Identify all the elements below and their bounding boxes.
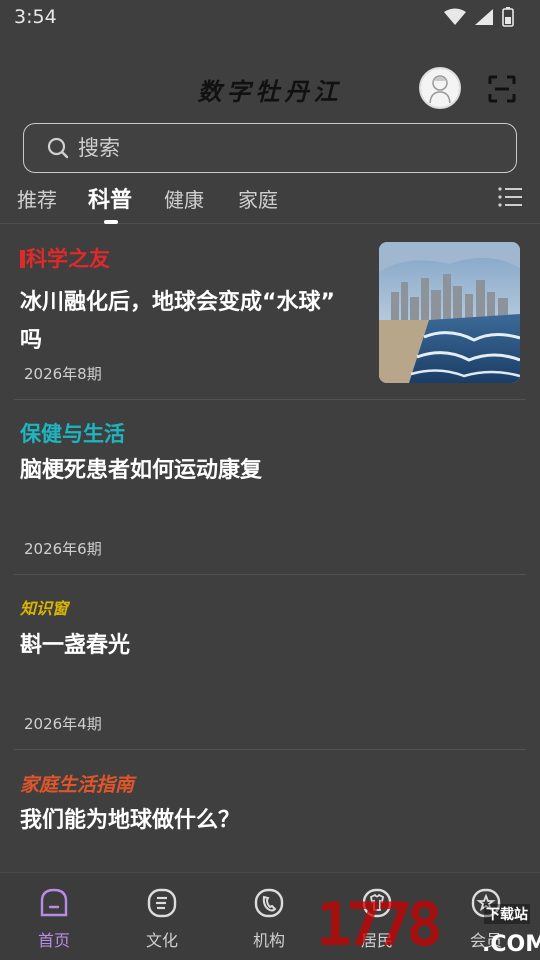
source-name: 科学之友 — [26, 247, 110, 271]
battery-icon — [502, 7, 514, 27]
culture-icon — [147, 888, 177, 918]
user-avatar-icon — [429, 75, 451, 104]
article-item[interactable]: 保健与生活 脑梗死患者如何运动康复 2026年6期 — [14, 400, 526, 575]
article-item[interactable]: 家庭生活指南 我们能为地球做什么？ — [14, 750, 526, 872]
category-tabs: 推荐 科普 健康 家庭 — [0, 178, 540, 224]
status-icons — [444, 7, 514, 27]
category-menu-icon[interactable] — [497, 184, 523, 210]
nav-label: 机构 — [252, 931, 285, 950]
logo-mark — [20, 250, 25, 268]
watermark-number: 1778 — [316, 890, 442, 960]
article-date: 2026年4期 — [24, 715, 102, 733]
article-title: 脑梗死患者如何运动康复 — [20, 458, 263, 483]
nav-label: 首页 — [37, 931, 70, 950]
article-title-line: 冰川融化后，地球会变成“水球” — [20, 290, 335, 315]
city-flood-image — [379, 242, 520, 383]
institution-icon — [254, 888, 284, 918]
search-box[interactable] — [23, 123, 517, 173]
article-date: 2026年6期 — [24, 540, 102, 558]
watermark-subtext: 下载站 — [484, 904, 530, 924]
scan-icon[interactable] — [487, 74, 517, 104]
source-logo: 科学之友 — [20, 243, 110, 273]
nav-home[interactable]: 首页 — [14, 887, 94, 951]
home-icon — [40, 888, 68, 917]
signal-icon — [475, 9, 493, 25]
tab-health[interactable]: 健康 — [164, 184, 204, 213]
site-watermark: 1778 下载站 .COM — [316, 880, 540, 960]
search-icon — [47, 137, 69, 159]
article-title: 我们能为地球做什么？ — [20, 808, 241, 833]
article-title: 斟一盏春光 — [20, 633, 131, 658]
source-name: 家庭生活指南 — [20, 774, 135, 796]
status-time: 3:54 — [14, 6, 57, 28]
tab-family[interactable]: 家庭 — [238, 184, 278, 213]
watermark-suffix: .COM — [482, 932, 540, 957]
nav-institution[interactable]: 机构 — [229, 887, 309, 951]
nav-label: 文化 — [145, 931, 178, 950]
article-item[interactable]: 科学之友 冰川融化后，地球会变成“水球” 吗 2026年8期 — [14, 225, 526, 400]
nav-culture[interactable]: 文化 — [122, 887, 202, 951]
tab-science[interactable]: 科普 — [88, 182, 132, 214]
tab-recommend[interactable]: 推荐 — [17, 184, 57, 213]
tab-indicator — [104, 220, 118, 224]
article-title: 冰川融化后，地球会变成“水球” 吗 — [20, 284, 360, 360]
source-name: 知识窗 — [20, 599, 69, 618]
article-title-line: 吗 — [20, 328, 43, 353]
app-header: 数字牡丹江 — [0, 60, 540, 116]
wifi-icon — [444, 8, 466, 25]
article-item[interactable]: 知识窗 斟一盏春光 2026年4期 — [14, 575, 526, 750]
avatar[interactable] — [419, 67, 461, 109]
article-thumbnail — [379, 242, 520, 383]
article-date: 2026年8期 — [24, 365, 102, 383]
source-name: 保健与生活 — [20, 422, 125, 446]
status-bar: 3:54 — [0, 0, 540, 38]
search-input[interactable] — [78, 131, 498, 165]
